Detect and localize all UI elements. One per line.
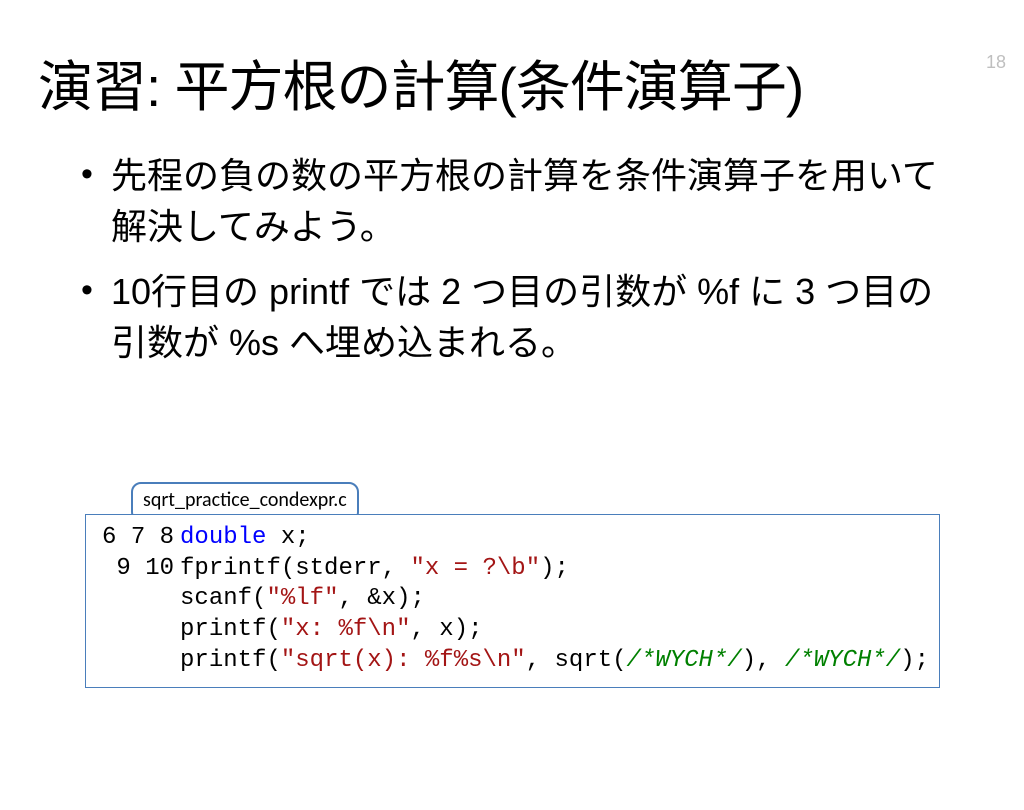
list-item: 先程の負の数の平方根の計算を条件演算子を用いて解決してみよう。 [85, 150, 964, 252]
bullet-list: 先程の負の数の平方根の計算を条件演算子を用いて解決してみよう。 10行目の pr… [85, 150, 964, 368]
code-box: 6 7 8 9 10 double x;fprintf(stderr, "x =… [85, 514, 940, 688]
line-numbers: 6 7 8 9 10 [86, 523, 180, 677]
code-content: double x;fprintf(stderr, "x = ?\b");scan… [180, 523, 929, 677]
slide-title: 演習: 平方根の計算(条件演算子) [38, 42, 994, 122]
page-number: 18 [986, 52, 1006, 73]
code-block: sqrt_practice_condexpr.c 6 7 8 9 10 doub… [85, 482, 940, 688]
list-item: 10行目の printf では 2 つ目の引数が %f に 3 つ目の引数が %… [85, 266, 964, 368]
